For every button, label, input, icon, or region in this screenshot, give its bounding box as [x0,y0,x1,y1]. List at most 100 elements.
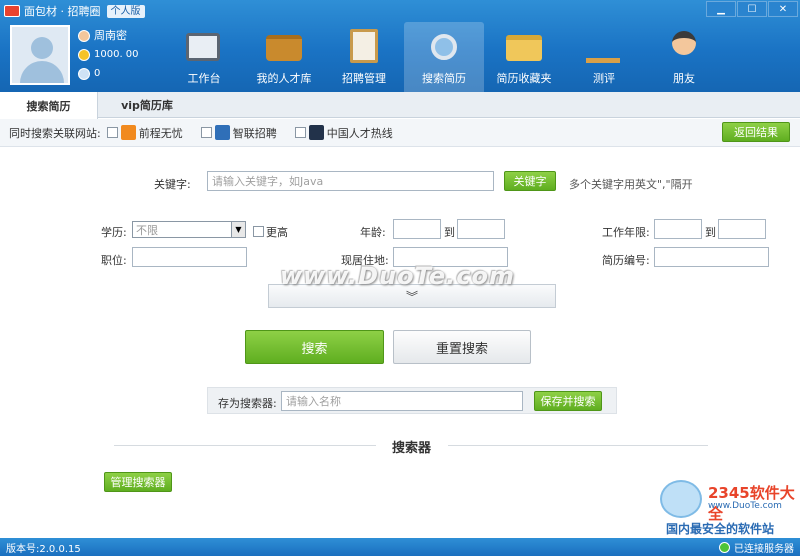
work-years-to-label: 到 [705,226,716,239]
avatar[interactable] [10,25,70,85]
higher-label: 更高 [266,226,288,239]
age-label: 年龄: [360,226,386,239]
edition-badge: 个人版 [106,4,145,18]
site-checkbox[interactable] [200,127,212,138]
mascot-icon [660,480,702,518]
watermark: www.DuoTe.com [280,262,515,290]
tab-vip-library[interactable]: vip简历库 [98,92,196,118]
monitor-icon [186,29,222,65]
age-to-input[interactable] [457,219,505,239]
nav-label: 简历收藏夹 [496,72,552,85]
search-button[interactable]: 搜索 [245,330,384,364]
nav-label: 我的人才库 [256,72,312,85]
resume-no-label: 简历编号: [602,254,650,267]
site-51job[interactable]: 前程无忧 [106,125,183,141]
avatar-body-shape [20,61,64,83]
save-searcher-label: 存为搜索器: [218,397,277,410]
clipboard-icon [346,29,382,65]
position-label: 职位: [101,254,127,267]
zhaopin-logo-icon [214,125,230,140]
site-zhaopin[interactable]: 智联招聘 [200,125,277,141]
keyword-hint: 多个关键字用英文","隔开 [569,178,693,191]
avatar-head-shape [31,37,53,59]
app-logo-icon [4,5,20,17]
tab-search-resume[interactable]: 搜索简历 [0,92,98,119]
coin-icon [78,48,90,61]
site-label: 中国人才热线 [326,126,393,140]
education-value: 不限 [136,223,158,237]
person-icon [666,29,702,65]
cjol-logo-icon [308,125,324,140]
age-to-label: 到 [444,226,455,239]
searcher-section-title: 搜索器 [392,441,432,456]
education-select[interactable]: 不限 ▼ [132,221,246,238]
app-header: 面包材 · 招聘圈 个人版 ▁ ☐ ✕ 周南密 1000. 00 0 工作台 我… [0,0,800,92]
user-name-row: 周南密 [78,26,139,45]
nav-talent-pool[interactable]: 我的人才库 [244,22,324,92]
user-name[interactable]: 周南密 [94,26,127,45]
related-sites-label: 同时搜索关联网站: [9,126,101,140]
nav-label: 搜索简历 [422,72,466,85]
minimize-button[interactable]: ▁ [706,1,736,17]
maximize-button[interactable]: ☐ [737,1,767,17]
51job-logo-icon [120,125,136,140]
magnifier-icon [426,29,462,65]
keyword-label: 关键字: [154,178,191,191]
close-icon: ✕ [778,3,788,15]
age-from-input[interactable] [393,219,441,239]
window-controls: ▁ ☐ ✕ [706,1,798,17]
work-years-from-input[interactable] [654,219,702,239]
version-text: 版本号:2.0.0.15 [6,543,81,555]
nav-label: 工作台 [187,72,221,85]
nav-label: 招聘管理 [342,72,386,85]
back-to-results-button[interactable]: 返回结果 [722,122,790,142]
close-button[interactable]: ✕ [768,1,798,17]
user-coins-row: 1000. 00 [78,45,139,64]
save-and-search-button[interactable]: 保存并搜索 [534,391,602,411]
higher-checkbox[interactable] [253,226,264,237]
title-bar: 面包材 · 招聘圈 个人版 [4,3,145,19]
message-icon[interactable] [78,67,90,80]
nav-assessment[interactable]: 测评 [564,22,644,92]
education-label: 学历: [101,226,127,239]
manage-searcher-button[interactable]: 管理搜索器 [104,472,172,492]
nav-friends[interactable]: 朋友 [644,22,724,92]
app-title: 面包材 · 招聘圈 [24,5,101,18]
nav-resume-favorites[interactable]: 简历收藏夹 [484,22,564,92]
logo-url-text: www.DuoTe.com [708,501,782,511]
keyword-input[interactable] [207,171,494,191]
work-years-label: 工作年限: [602,226,650,239]
divider-right [448,445,708,446]
double-chevron-down-icon: ︾ [405,289,418,304]
dropdown-arrow-icon: ▼ [231,222,245,237]
resume-no-input[interactable] [654,247,769,267]
main-nav: 工作台 我的人才库 招聘管理 搜索简历 简历收藏夹 测评 朋友 [164,22,724,92]
nav-recruitment[interactable]: 招聘管理 [324,22,404,92]
divider-left [114,445,376,446]
folder-icon [506,29,542,65]
keyword-button[interactable]: 关键字 [504,171,556,191]
nav-label: 测评 [593,72,615,85]
nav-search-resume[interactable]: 搜索简历 [404,22,484,92]
searcher-name-input[interactable] [281,391,523,411]
site-checkbox[interactable] [106,127,118,138]
corner-logo: 2345软件大全 www.DuoTe.com 国内最安全的软件站 [658,478,798,538]
nav-workbench[interactable]: 工作台 [164,22,244,92]
site-label: 智联招聘 [232,126,277,140]
user-icon [78,29,90,42]
site-checkbox[interactable] [294,127,306,138]
position-input[interactable] [132,247,247,267]
reset-search-button[interactable]: 重置搜索 [393,330,531,364]
site-label: 前程无忧 [138,126,183,140]
maximize-icon: ☐ [747,3,757,15]
work-years-to-input[interactable] [718,219,766,239]
user-messages-row: 0 [78,64,139,83]
sub-tabs: 搜索简历 vip简历库 [0,92,800,119]
user-coins: 1000. 00 [94,49,139,60]
ruler-icon [586,29,622,65]
user-info: 周南密 1000. 00 0 [78,26,139,83]
related-sites-row: 同时搜索关联网站: 前程无忧 智联招聘 中国人才热线 [0,119,800,147]
site-cjol[interactable]: 中国人才热线 [294,125,393,141]
status-bar: 版本号:2.0.0.15 已连接服务器 [0,538,800,556]
check-circle-icon [719,541,730,553]
